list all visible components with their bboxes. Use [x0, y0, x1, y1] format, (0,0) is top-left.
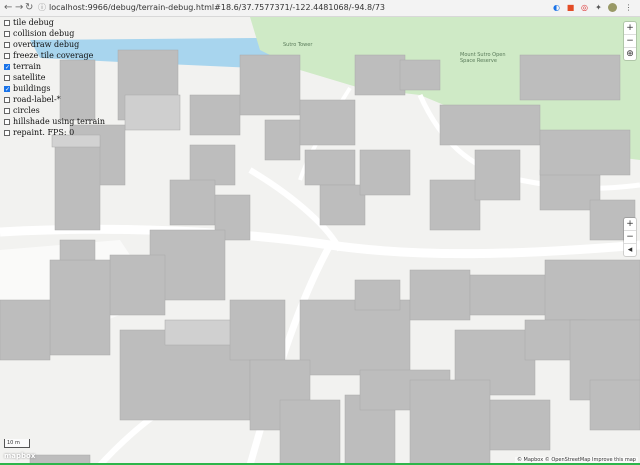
checkbox-label: repaint. FPS: 0	[13, 128, 75, 137]
puzzle-icon[interactable]: ✦	[594, 3, 603, 12]
checkbox[interactable]	[4, 96, 10, 103]
checkbox-label: overdraw debug	[13, 40, 80, 49]
zoom-control-secondary: + − ◂	[624, 218, 636, 256]
checkbox[interactable]: ✓	[4, 85, 10, 92]
checkbox-label: hillshade using terrain	[13, 117, 105, 126]
reload-button[interactable]: ↻	[25, 2, 33, 14]
debug-option[interactable]: freeze tile coverage	[4, 50, 105, 61]
debug-option[interactable]: overdraw debug	[4, 39, 105, 50]
extension-icon[interactable]: ■	[566, 3, 575, 12]
checkbox[interactable]	[4, 52, 10, 59]
debug-option[interactable]: tile debug	[4, 17, 105, 28]
debug-option[interactable]: satellite	[4, 72, 105, 83]
scale-bar: 10 m	[4, 439, 30, 448]
debug-option[interactable]: ✓ terrain	[4, 61, 105, 72]
menu-icon[interactable]: ⋮	[624, 3, 633, 12]
checkbox-label: terrain	[13, 62, 42, 71]
checkbox[interactable]	[4, 30, 10, 37]
debug-option[interactable]: collision debug	[4, 28, 105, 39]
checkbox-label: circles	[13, 106, 40, 115]
address-bar[interactable]: ⓘ localhost:9966/debug/terrain-debug.html…	[38, 2, 538, 14]
compass-button[interactable]: ◂	[624, 244, 636, 256]
avatar[interactable]	[608, 3, 617, 12]
checkbox-label: freeze tile coverage	[13, 51, 94, 60]
compass-button[interactable]: ⊕	[624, 48, 636, 60]
checkbox[interactable]	[4, 107, 10, 114]
debug-option[interactable]: hillshade using terrain	[4, 116, 105, 127]
zoom-out-button[interactable]: −	[624, 35, 636, 48]
checkbox-label: collision debug	[13, 29, 75, 38]
back-button[interactable]: ←	[4, 2, 12, 14]
checkbox[interactable]	[4, 74, 10, 81]
debug-option[interactable]: ✓ buildings	[4, 83, 105, 94]
debug-option[interactable]: road-label-*	[4, 94, 105, 105]
checkbox-label: road-label-*	[13, 95, 61, 104]
zoom-in-button[interactable]: +	[624, 218, 636, 231]
checkbox-label: buildings	[13, 84, 51, 93]
checkbox-label: satellite	[13, 73, 46, 82]
poi-label: Mount Sutro Open Space Reserve	[460, 52, 506, 64]
debug-option[interactable]: repaint. FPS: 0	[4, 127, 105, 138]
poi-label: Sutro Tower	[283, 42, 313, 48]
debug-option[interactable]: circles	[4, 105, 105, 116]
checkbox[interactable]	[4, 118, 10, 125]
checkbox[interactable]	[4, 129, 10, 136]
info-icon: ⓘ	[38, 3, 46, 12]
extension-icon[interactable]: ◐	[552, 3, 561, 12]
checkbox-label: tile debug	[13, 18, 54, 27]
browser-toolbar: ← → ↻ ⓘ localhost:9966/debug/terrain-debu…	[0, 0, 640, 17]
extension-icon[interactable]: ◎	[580, 3, 589, 12]
url-text[interactable]: localhost:9966/debug/terrain-debug.html#…	[49, 3, 385, 12]
checkbox[interactable]	[4, 19, 10, 26]
forward-button[interactable]: →	[15, 2, 23, 14]
mapbox-logo[interactable]: mapbox	[4, 452, 35, 460]
checkbox[interactable]	[4, 41, 10, 48]
zoom-in-button[interactable]: +	[624, 22, 636, 35]
checkbox[interactable]: ✓	[4, 63, 10, 70]
debug-panel: tile debug collision debug overdraw debug f…	[4, 17, 105, 138]
zoom-control: + − ⊕	[624, 22, 636, 60]
zoom-out-button[interactable]: −	[624, 231, 636, 244]
